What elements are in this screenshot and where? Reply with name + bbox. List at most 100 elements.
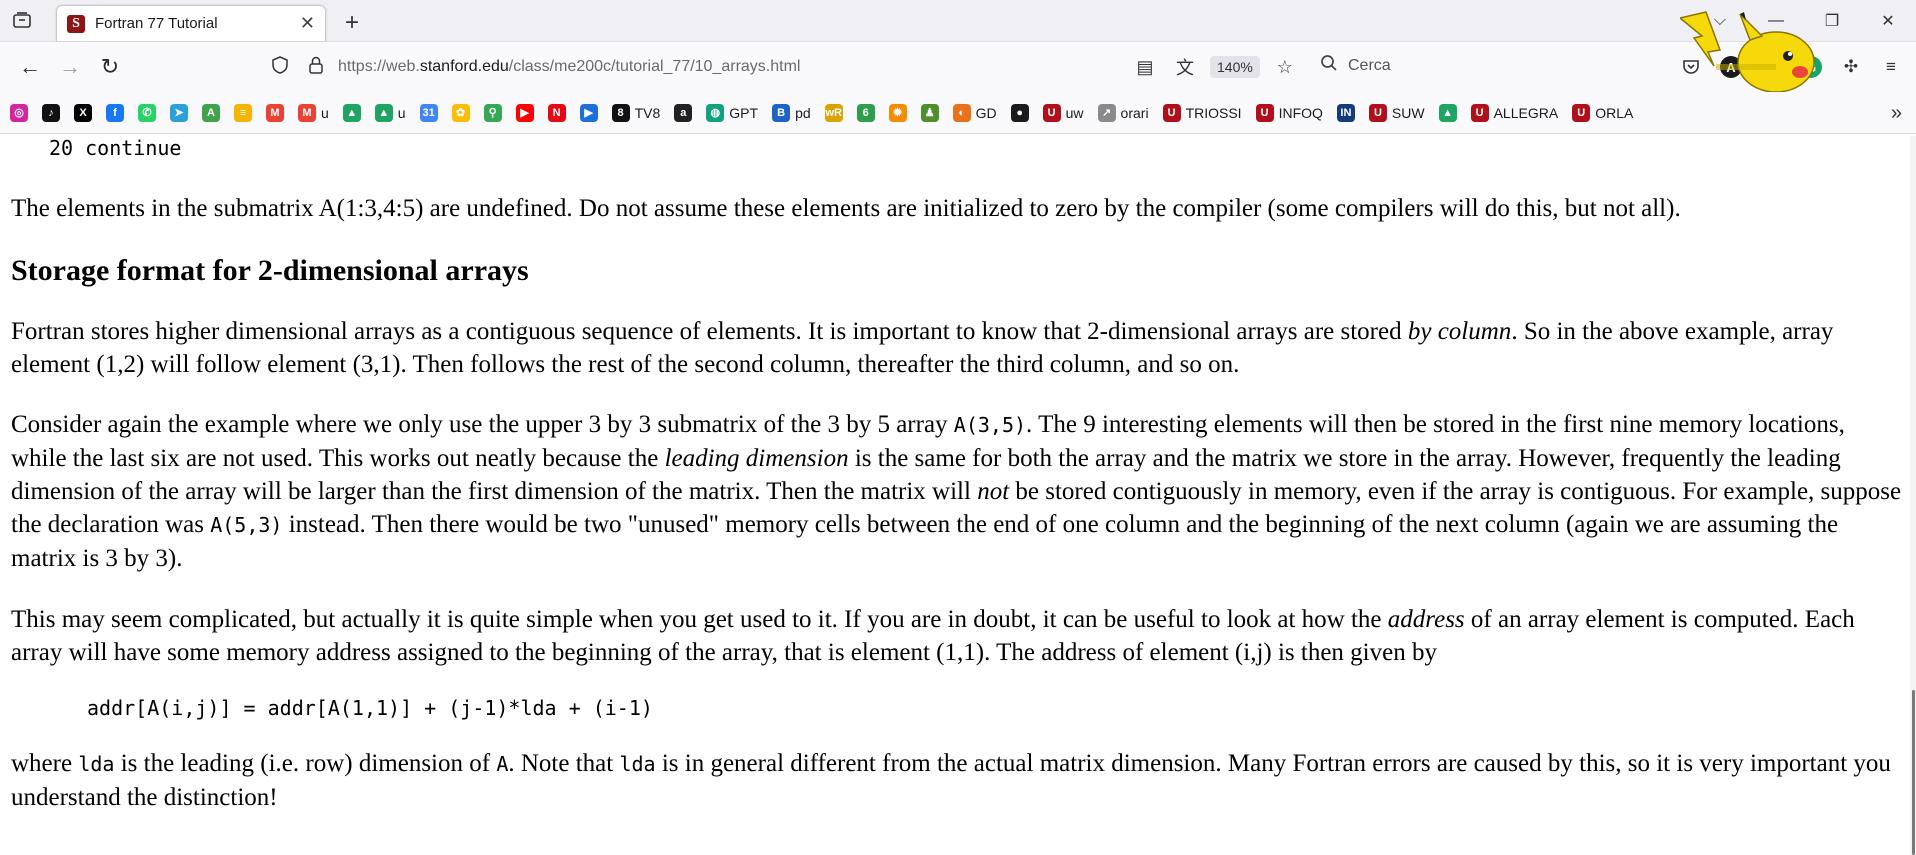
more-bookmarks-icon[interactable]: » [1891, 102, 1902, 125]
toolbar-extensions: A W G ✣ ≡ [1676, 50, 1906, 84]
whatsapp-icon: ✆ [138, 103, 156, 122]
bookmark-item[interactable]: Uuw [1042, 103, 1084, 122]
bookmark-item[interactable]: ◐ GD [952, 103, 997, 122]
infn-icon: IN [1336, 103, 1355, 122]
bookmark-item[interactable]: ✆ [138, 103, 156, 122]
app-menu-icon[interactable]: ≡ [1876, 52, 1906, 82]
search-box[interactable]: Cerca [1320, 54, 1391, 77]
bookmark-item[interactable]: ♟ [920, 103, 939, 122]
search-placeholder: Cerca [1348, 56, 1391, 74]
bookmark-item[interactable]: U INFOQ [1255, 103, 1323, 122]
reader-view-icon[interactable]: ▤ [1130, 57, 1160, 78]
wordreference-icon: wR [824, 103, 843, 122]
search-icon [1320, 54, 1338, 77]
bookmark-item[interactable]: ▶ [515, 103, 534, 122]
leaf-icon: 6 [856, 103, 875, 122]
restore-button[interactable]: ❐ [1804, 11, 1860, 31]
account-icon[interactable]: A [1716, 52, 1746, 82]
url-bar[interactable]: https://web.stanford.edu/class/me200c/tu… [262, 48, 1262, 86]
bookmark-item[interactable]: 31 [419, 103, 438, 122]
gmail-icon: M [266, 103, 284, 122]
window-controls: ⌵ — ❐ ✕ [1692, 0, 1916, 42]
minimize-button[interactable]: — [1748, 12, 1804, 30]
bookmark-item[interactable]: a [674, 103, 693, 122]
new-tab-button[interactable]: + [330, 5, 374, 41]
pocket-icon[interactable] [1676, 52, 1706, 82]
x-icon: X [74, 103, 92, 122]
bookmark-item[interactable]: ▲ [1438, 103, 1457, 122]
bookmark-item[interactable]: ≡ [234, 103, 252, 122]
url-bar-actions: ▤ 文 140% ☆ [1130, 50, 1300, 84]
bookmark-item[interactable]: Bpd [772, 103, 811, 122]
bookmark-item[interactable]: ▶ [579, 103, 598, 122]
bookmark-item[interactable]: 6 [856, 103, 875, 122]
tab-fortran-tutorial[interactable]: S Fortran 77 Tutorial ✕ [56, 5, 326, 41]
bookmark-item[interactable]: ➤ [170, 103, 188, 122]
translate-icon[interactable]: 文 [1170, 54, 1200, 80]
bookmark-item[interactable]: N [547, 103, 566, 122]
bookmark-label: ORLA [1595, 104, 1634, 121]
notes-icon: ≡ [234, 103, 252, 122]
extensions-puzzle-icon[interactable]: ✣ [1836, 52, 1866, 82]
bookmark-label: GPT [729, 104, 759, 121]
bookmark-item[interactable]: X [74, 103, 92, 122]
bookmark-item[interactable]: f [106, 103, 124, 122]
zoom-level-badge[interactable]: 140% [1210, 56, 1260, 78]
bookmark-label: TV8 [634, 104, 661, 121]
bookmark-item[interactable]: ↗ orari [1097, 103, 1149, 122]
bookmark-label: u [397, 104, 406, 121]
close-window-button[interactable]: ✕ [1860, 11, 1916, 31]
url-prefix: https://web. [338, 58, 420, 75]
lock-icon[interactable] [298, 56, 334, 79]
url-path: /class/me200c/tutorial_77/10_arrays.html [508, 58, 801, 75]
bookmark-item[interactable]: ▲ [342, 103, 361, 122]
tab-close-icon[interactable]: ✕ [300, 13, 315, 34]
bookmark-label: u [321, 104, 329, 121]
bookmark-item[interactable]: 8 TV8 [611, 103, 661, 122]
url-text[interactable]: https://web.stanford.edu/class/me200c/tu… [338, 58, 800, 76]
stanford-favicon-icon: S [67, 14, 85, 33]
bookmark-item[interactable]: U SUW [1368, 103, 1425, 122]
paragraph-lda: where lda is the leading (i.e. row) dime… [11, 750, 1891, 811]
paragraph-address: This may seem complicated, but actually … [11, 606, 1855, 666]
bookmark-item[interactable]: ✿ [451, 103, 470, 122]
bookmark-item[interactable]: IN [1336, 103, 1355, 122]
grammarly-icon[interactable]: G [1796, 52, 1826, 82]
tiktok-icon: ♪ [42, 103, 60, 122]
play-icon: ▶ [579, 103, 598, 122]
reload-button[interactable]: ↻ [90, 49, 130, 85]
back-button[interactable]: ← [10, 49, 50, 85]
bookmark-item[interactable]: Mu [298, 103, 329, 122]
bookmarks-bar: ◎ ♪ Xf ✆ ➤ A ≡ M Mu ▲ ▲ u 31 ✿ ⚲ ▶ N ▶ 8 TV8 a ◍ GPT Bpd wR 6 ✹ ♟ ◐ G… [0, 92, 1916, 134]
gd-icon: ◐ [952, 103, 971, 122]
bookmark-item[interactable]: ✹ [888, 103, 907, 122]
bookmark-item[interactable]: U TRIOSSI [1162, 103, 1242, 122]
bookmark-item[interactable]: ♪ [42, 103, 60, 122]
bookmark-star-icon[interactable]: ☆ [1270, 57, 1300, 78]
forward-button[interactable]: → [50, 49, 90, 85]
tracking-shield-icon[interactable] [262, 55, 298, 79]
drive-icon: ▲ [374, 103, 393, 122]
bookmark-item[interactable]: ◎ [10, 103, 28, 122]
bookmark-item[interactable]: ▲ u [374, 103, 406, 122]
address-formula: addr[A(i,j)] = addr[A(1,1)] + (j-1)*lda … [87, 696, 653, 720]
bookmark-item[interactable]: U ALLEGRA [1470, 103, 1558, 122]
bookmark-item[interactable]: U ORLA [1572, 103, 1634, 122]
page-content: 20 continue The elements in the submatri… [0, 136, 1910, 855]
bookmark-item[interactable]: wR [824, 103, 843, 122]
w-extension-icon[interactable]: W [1756, 52, 1786, 82]
tab-strip: S Fortran 77 Tutorial ✕ + ⌵ — ❐ ✕ [0, 0, 1916, 42]
scrollbar-thumb[interactable] [1912, 690, 1915, 855]
shield-uni-icon: U [1572, 103, 1591, 122]
bookmark-item[interactable]: ⚲ [483, 103, 502, 122]
bookmark-item[interactable]: ● [1010, 103, 1029, 122]
drive-icon: ▲ [1438, 103, 1457, 122]
tab-overview-icon[interactable] [0, 0, 44, 41]
bookmark-item[interactable]: A [202, 103, 220, 122]
instagram-icon: ◎ [10, 103, 28, 122]
pd-icon: B [772, 103, 791, 122]
list-all-tabs-icon[interactable]: ⌵ [1692, 12, 1748, 30]
code-fragment: 20 continue [49, 136, 182, 160]
bookmark-item[interactable]: ◍ GPT [706, 103, 759, 122]
bookmark-item[interactable]: M [266, 103, 284, 122]
